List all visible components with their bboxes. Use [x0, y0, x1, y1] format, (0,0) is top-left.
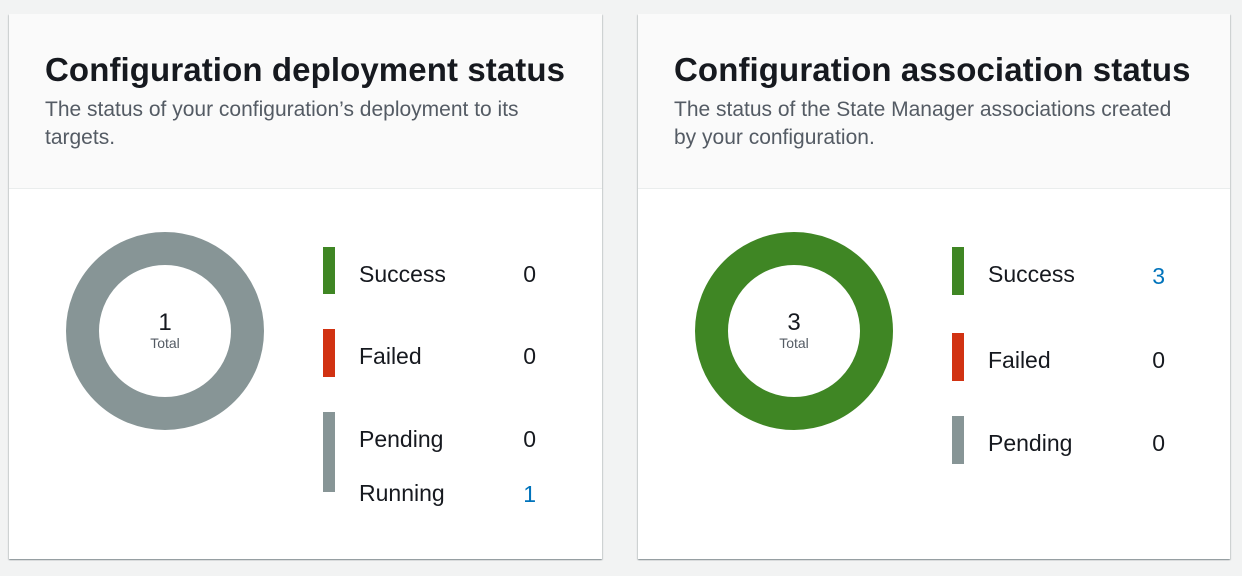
- card-title: Configuration deployment status: [45, 51, 566, 88]
- card-title: Configuration association status: [674, 51, 1191, 88]
- donut-total-value: 3: [787, 309, 801, 336]
- donut-chart: 3 Total: [695, 232, 893, 430]
- legend-value-running-link[interactable]: 1: [496, 480, 536, 508]
- legend-label-success: Success: [359, 261, 446, 287]
- legend-value-success: 0: [523, 261, 536, 287]
- donut-chart: 1 Total: [66, 232, 264, 430]
- legend-color-pending: [952, 416, 964, 464]
- legend-value-pending: 0: [523, 426, 536, 452]
- legend-color-failed: [323, 329, 335, 377]
- legend-value-success-link[interactable]: 3: [1125, 262, 1165, 290]
- card-body: 1 Total Success 0 Failed 0 Pending 0 Run…: [9, 189, 602, 558]
- legend-label-failed: Failed: [988, 347, 1051, 373]
- card-header: Configuration deployment status The stat…: [9, 14, 602, 189]
- card-description: The status of your configuration’s deplo…: [45, 98, 519, 149]
- card-description: The status of the State Manager associat…: [674, 98, 1172, 149]
- card-body: 3 Total Success 3 Failed 0 Pending 0: [638, 189, 1230, 558]
- legend-label-success: Success: [988, 261, 1075, 287]
- legend-color-success: [323, 247, 335, 294]
- legend-value-failed: 0: [523, 343, 536, 369]
- legend-color-failed: [952, 333, 964, 381]
- legend-color-success: [952, 247, 964, 295]
- donut-center: 3 Total: [695, 232, 893, 430]
- legend-label-failed: Failed: [359, 343, 422, 369]
- legend-label-running: Running: [359, 480, 445, 506]
- donut-total-label: Total: [150, 335, 180, 351]
- donut-total-label: Total: [779, 335, 809, 351]
- legend-label-pending: Pending: [359, 426, 444, 452]
- card-header: Configuration association status The sta…: [638, 14, 1230, 189]
- legend-color-pending: [323, 412, 335, 492]
- legend-value-failed: 0: [1152, 347, 1165, 373]
- donut-center: 1 Total: [66, 232, 264, 430]
- deployment-status-card: Configuration deployment status The stat…: [9, 14, 602, 559]
- association-status-card: Configuration association status The sta…: [638, 14, 1230, 559]
- legend-label-pending: Pending: [988, 430, 1073, 456]
- legend-value-pending: 0: [1152, 430, 1165, 456]
- donut-total-value: 1: [158, 309, 172, 336]
